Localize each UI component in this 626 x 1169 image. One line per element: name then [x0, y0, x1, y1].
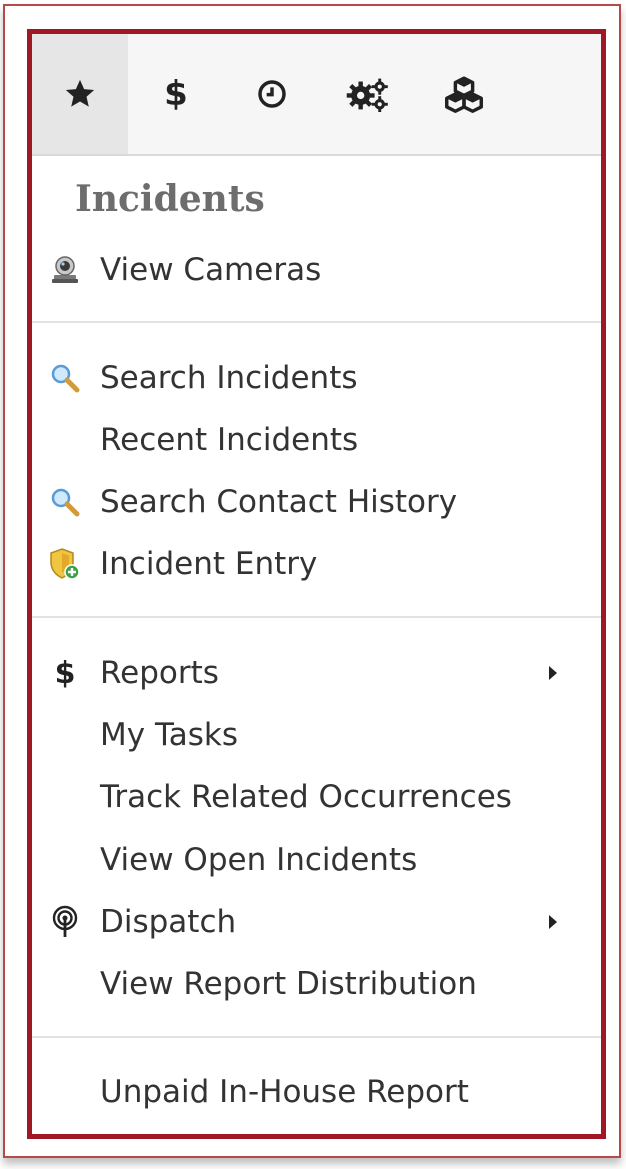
tab-history[interactable]: [224, 34, 320, 154]
menu-divider: [32, 616, 601, 618]
shield-add-icon: [47, 544, 83, 584]
menu-item-view-report-distribution[interactable]: View Report Distribution: [32, 959, 601, 1009]
menu-item-label: View Cameras: [100, 252, 322, 288]
incidents-menu: $ Incidents View Cameras Search Incident…: [27, 29, 606, 1139]
camera-icon: [47, 250, 83, 290]
magnifier-icon: [47, 482, 83, 522]
menu-item-label: Recent Incidents: [100, 422, 359, 458]
menu-item-search-contact-history[interactable]: Search Contact History: [32, 477, 601, 527]
menu-item-label: My Tasks: [100, 717, 239, 753]
menu-item-search-incidents[interactable]: Search Incidents: [32, 353, 601, 403]
menu-item-label: Incident Entry: [100, 546, 318, 582]
section-title: Incidents: [75, 178, 265, 220]
menu-item-label: View Report Distribution: [100, 966, 477, 1002]
menu-item-recent-incidents[interactable]: Recent Incidents: [32, 415, 601, 465]
menu-item-my-tasks[interactable]: My Tasks: [32, 710, 601, 760]
tab-billing[interactable]: $: [128, 34, 224, 154]
tab-settings[interactable]: [320, 34, 416, 154]
cubes-icon: [441, 75, 487, 113]
submenu-arrow-icon: [549, 915, 557, 929]
menu-item-label: Search Contact History: [100, 484, 458, 520]
menu-item-label: Reports: [100, 655, 219, 691]
menu-divider: [32, 1036, 601, 1038]
magnifier-icon: [47, 358, 83, 398]
menu-divider: [32, 321, 601, 323]
dollar-icon: $: [164, 74, 188, 114]
menu-item-view-open-incidents[interactable]: View Open Incidents: [32, 835, 601, 885]
dollar-glyph: $: [54, 655, 76, 691]
menu-toolbar: $: [32, 34, 601, 156]
menu-item-label: Unpaid In-House Report: [100, 1074, 469, 1110]
menu-item-track-related-occurrences[interactable]: Track Related Occurrences: [32, 772, 601, 822]
menu-item-label: Dispatch: [100, 904, 237, 940]
menu-item-label: Search Incidents: [100, 360, 358, 396]
submenu-arrow-icon: [549, 666, 557, 680]
menu-item-label: View Open Incidents: [100, 842, 418, 878]
broadcast-icon: [47, 902, 83, 942]
menu-item-incident-entry[interactable]: Incident Entry: [32, 539, 601, 589]
clock-icon: [256, 78, 288, 110]
menu-item-view-cameras[interactable]: View Cameras: [32, 245, 601, 295]
menu-item-unpaid-in-house-report[interactable]: Unpaid In-House Report: [32, 1067, 601, 1117]
menu-item-label: Track Related Occurrences: [100, 779, 512, 815]
dollar-icon: $: [47, 653, 83, 693]
menu-item-dispatch[interactable]: Dispatch: [32, 897, 601, 947]
tab-modules[interactable]: [416, 34, 512, 154]
tab-favorites[interactable]: [32, 34, 128, 154]
gears-icon: [346, 76, 390, 112]
star-icon: [63, 77, 97, 111]
menu-item-reports[interactable]: $ Reports: [32, 648, 601, 698]
